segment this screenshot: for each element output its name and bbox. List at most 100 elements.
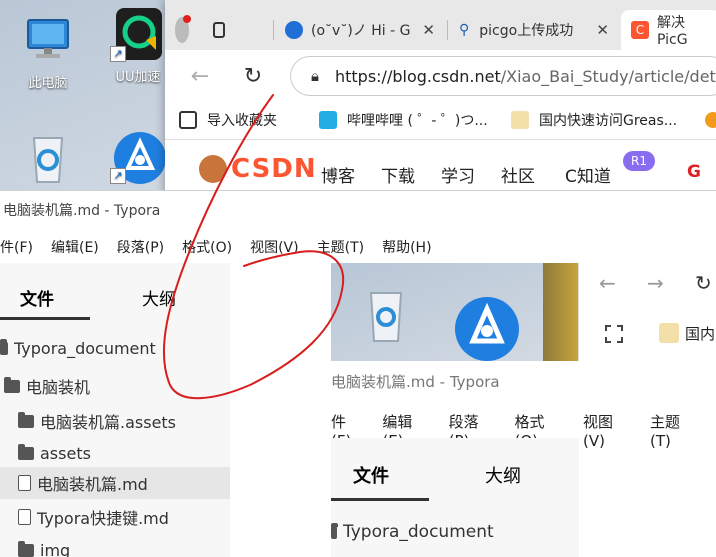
shortcut-arrow-icon: ↗ — [110, 46, 126, 62]
app-shortcut-icon: ↗ — [110, 128, 166, 184]
tab-title: (o˘v˘)ノ Hi - G — [311, 23, 411, 39]
favorite-label: 国内快速访问Greas... — [539, 113, 678, 129]
partial-text: 国内 — [685, 325, 716, 343]
tree-item-img[interactable]: img — [18, 541, 70, 557]
embedded-tab-outline: 大纲 — [485, 466, 521, 487]
typora-window: 电脑装机篇.md - Typora 件(F) 编辑(E) 段落(P) 格式(O)… — [0, 190, 716, 557]
bilibili-icon — [319, 111, 337, 129]
app-shortcut-icon — [451, 293, 521, 367]
embedded-browser: ← → ↻ 国内 — [578, 263, 716, 361]
menu-file[interactable]: 件(F) — [0, 237, 33, 257]
favorite-label: 导入收藏夹 — [207, 113, 277, 129]
url-path: /Xiao_Bai_Study/article/det — [500, 66, 716, 86]
url-host: https://blog.csdn.net — [334, 66, 501, 86]
menu-bar: 件(F) 编辑(E) 段落(P) 格式(O) 视图(V) 主题(T) 帮助(H) — [0, 231, 716, 263]
csdn-nav-community[interactable]: 社区 — [501, 162, 535, 187]
desktop-icon-recycle-bin[interactable] — [8, 128, 88, 188]
csdn-nav-blog[interactable]: 博客 — [321, 162, 355, 187]
csdn-mascot-icon — [199, 155, 227, 183]
r1-badge: R1 — [623, 151, 655, 171]
tree-item-label: Typora_document — [14, 339, 156, 358]
tab-outline[interactable]: 大纲 — [142, 285, 176, 310]
tree-item-label: 电脑装机 — [26, 378, 91, 397]
back-icon: ← — [599, 271, 616, 295]
file-sidebar: 文件 大纲 Typora_document 电脑装机 电脑装机篇.assets … — [0, 263, 230, 557]
refresh-icon: ↻ — [695, 271, 712, 295]
menu-theme[interactable]: 主题(T) — [317, 237, 364, 257]
csdn-nav-download[interactable]: 下载 — [381, 162, 415, 187]
folder-open-icon — [4, 376, 20, 393]
tree-item-assets-folder[interactable]: 电脑装机篇.assets — [18, 409, 176, 433]
window-title: 电脑装机篇.md - Typora — [3, 203, 161, 219]
site-favicon-icon — [285, 21, 303, 39]
favorite-greasyfork[interactable]: 国内快速访问Greas... — [511, 110, 677, 130]
forward-icon: → — [647, 271, 664, 295]
import-favorites-icon — [179, 111, 197, 129]
tab-picgo-search[interactable]: ⚲ picgo上传成功 ✕ — [449, 10, 619, 50]
recycle-bin-icon — [361, 285, 411, 349]
back-button[interactable]: ← — [185, 62, 215, 92]
desktop-icon-label: 此电脑 — [28, 76, 68, 91]
tab-actions-icon[interactable] — [213, 22, 225, 38]
tree-item-typora-document[interactable]: Typora_document — [0, 339, 156, 358]
tab-title: picgo上传成功 — [479, 23, 574, 39]
folder-icon — [18, 541, 34, 557]
shortcut-arrow-icon: ↗ — [110, 168, 126, 184]
tree-item-shortcuts-md[interactable]: Typora快捷键.md — [18, 505, 169, 529]
embedded-window-title: 电脑装机篇.md - Typora — [331, 373, 500, 391]
favorites-bar: 导入收藏夹 哔哩哔哩 ( ゜- ゜)つ... 国内快速访问Greas... — [165, 102, 716, 140]
csdn-favicon-icon: C — [631, 21, 649, 39]
menu-edit[interactable]: 编辑(E) — [51, 237, 99, 257]
csdn-nav-learn[interactable]: 学习 — [441, 162, 475, 187]
embedded-desktop — [331, 263, 578, 361]
csdn-nav-c-zhidao[interactable]: C知道 — [565, 162, 611, 187]
tree-item-label: assets — [40, 444, 91, 463]
file-icon — [18, 509, 31, 525]
menu-format[interactable]: 格式(O) — [182, 237, 232, 257]
tab-csdn-active[interactable]: C 解决PicG — [621, 10, 716, 50]
favorite-bilibili[interactable]: 哔哩哔哩 ( ゜- ゜)つ... — [319, 110, 488, 130]
csdn-logo[interactable]: CSDN — [199, 154, 317, 184]
menu-view[interactable]: 视图(V) — [250, 237, 299, 257]
tree-item-label: Typora快捷键.md — [37, 509, 169, 528]
grid-icon — [605, 325, 623, 343]
overflow-icon[interactable] — [705, 112, 716, 128]
embedded-tab-files: 文件 — [353, 466, 389, 487]
file-icon — [18, 475, 31, 491]
embedded-tab-underline — [331, 498, 429, 501]
computer-icon — [20, 12, 76, 68]
csdn-nav-extra[interactable]: G — [687, 162, 701, 182]
csdn-logo-text: CSDN — [231, 154, 317, 184]
embedded-screenshot: ← → ↻ 国内 电脑装机篇.md - Typora 件(F) 编辑(E) 段落… — [331, 263, 716, 557]
tree-item-computer-build[interactable]: 电脑装机 — [4, 374, 90, 398]
search-icon: ⚲ — [459, 22, 470, 38]
tree-item-label: 电脑装机篇.md — [37, 475, 148, 494]
lock-icon: 🔒︎ — [311, 67, 319, 85]
embedded-menu-view: 视图(V) — [582, 413, 613, 450]
desktop-icon-this-pc[interactable]: 此电脑 — [8, 12, 88, 91]
url-input[interactable]: 🔒︎ https://blog.csdn.net /Xiao_Bai_Study… — [290, 56, 716, 96]
close-tab-icon[interactable]: ✕ — [596, 21, 609, 39]
embedded-tree-item: Typora_document — [331, 522, 494, 542]
embedded-sidebar: 文件 大纲 Typora_document — [331, 438, 579, 557]
tree-item-selected-md[interactable]: 电脑装机篇.md — [0, 467, 230, 499]
game-icon — [543, 263, 578, 361]
tab-files[interactable]: 文件 — [20, 285, 54, 310]
tree-item-label: Typora_document — [343, 522, 494, 542]
favorite-import[interactable]: 导入收藏夹 — [179, 110, 277, 130]
address-bar-row: ← ↻ 🔒︎ https://blog.csdn.net /Xiao_Bai_S… — [165, 50, 716, 102]
anime-avatar-icon — [511, 111, 529, 129]
profile-avatar-icon[interactable] — [175, 15, 192, 43]
folder-icon — [18, 444, 34, 460]
browser-window: (o˘v˘)ノ Hi - G ✕ ⚲ picgo上传成功 ✕ C 解决PicG … — [165, 0, 716, 195]
profile-area[interactable] — [165, 10, 235, 50]
embedded-menu-theme: 主题(T) — [650, 413, 681, 450]
refresh-button[interactable]: ↻ — [238, 62, 268, 92]
favorite-label: 哔哩哔哩 ( ゜- ゜)つ... — [347, 113, 488, 129]
menu-paragraph[interactable]: 段落(P) — [117, 237, 164, 257]
tab-hi[interactable]: (o˘v˘)ノ Hi - G ✕ — [275, 10, 445, 50]
tab-separator — [273, 20, 274, 40]
tree-item-assets[interactable]: assets — [18, 444, 91, 463]
close-tab-icon[interactable]: ✕ — [422, 21, 435, 39]
menu-help[interactable]: 帮助(H) — [382, 237, 431, 257]
